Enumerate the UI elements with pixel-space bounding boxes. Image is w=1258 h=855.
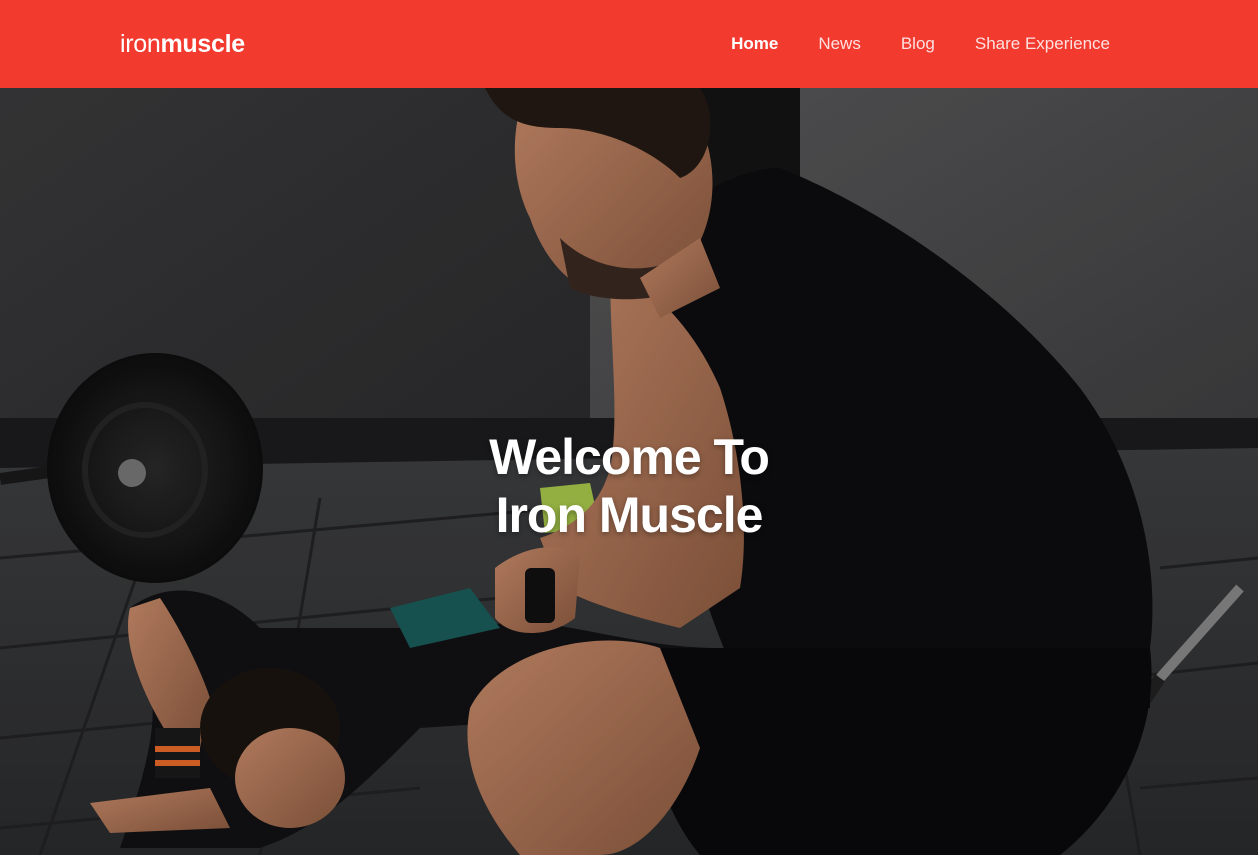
hero-title-line-2: Iron Muscle — [495, 487, 764, 543]
nav-blog-link[interactable]: Blog — [901, 34, 935, 54]
brand-part-iron: iron — [120, 29, 161, 58]
brand-part-muscle: muscle — [160, 29, 246, 58]
main-nav: Home News Blog Share Experience — [691, 34, 1110, 54]
nav-home-link[interactable]: Home — [731, 34, 778, 54]
nav-news-link[interactable]: News — [818, 34, 861, 54]
top-navbar: ironmuscle Home News Blog Share Experien… — [0, 0, 1258, 88]
hero-title-line-1: Welcome To — [489, 429, 770, 485]
brand-logo[interactable]: ironmuscle — [120, 30, 245, 59]
nav-share-experience-link[interactable]: Share Experience — [975, 34, 1110, 54]
hero-section: Welcome To Iron Muscle — [0, 88, 1258, 855]
hero-title: Welcome To Iron Muscle — [0, 428, 1258, 544]
